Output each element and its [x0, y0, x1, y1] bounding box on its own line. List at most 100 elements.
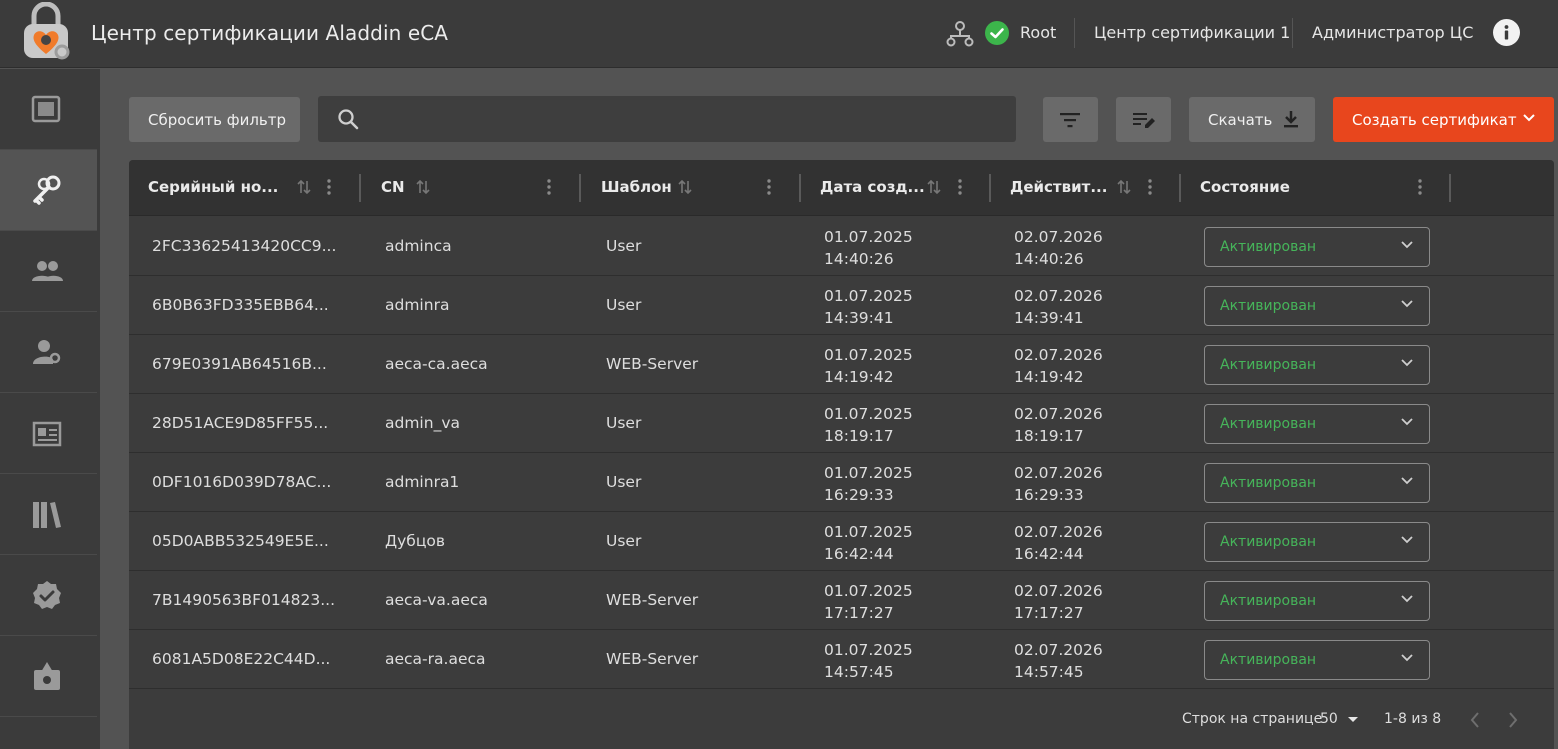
created-time: 14:40:26: [824, 250, 894, 268]
table-row[interactable]: 28D51ACE9D85FF55... admin_va User 01.07.202…: [129, 394, 1554, 453]
column-header-status[interactable]: Состояние: [1182, 160, 1454, 216]
column-divider[interactable]: [359, 174, 361, 202]
column-divider[interactable]: [989, 174, 991, 202]
serial-number-cell: 6B0B63FD335EBB64...: [152, 296, 329, 314]
valid-until-date: 02.07.2026: [1014, 228, 1103, 246]
column-menu-icon[interactable]: [546, 178, 552, 196]
column-header-template[interactable]: Шаблон: [582, 160, 802, 216]
sidebar-item-dashboard[interactable]: [0, 69, 97, 150]
info-icon[interactable]: [1493, 19, 1520, 46]
cn-cell: aeca-va.aeca: [385, 591, 488, 609]
column-divider[interactable]: [799, 174, 801, 202]
status-select[interactable]: Активирован: [1204, 522, 1430, 562]
sidebar-item-registry[interactable]: [0, 393, 97, 474]
serial-number-cell: 6081A5D08E22C44D...: [152, 650, 331, 668]
sidebar-item-settings[interactable]: [0, 636, 97, 717]
status-ok-icon: [985, 21, 1009, 45]
status-select[interactable]: Активирован: [1204, 227, 1430, 267]
table-row[interactable]: 05D0ABB532549E5E... Дубцов User 01.07.2025 1…: [129, 512, 1554, 571]
status-select[interactable]: Активирован: [1204, 463, 1430, 503]
status-select[interactable]: Активирован: [1204, 404, 1430, 444]
column-header-valid-until[interactable]: Действит...: [992, 160, 1182, 216]
valid-until-date: 02.07.2026: [1014, 582, 1103, 600]
header-divider: [1292, 18, 1293, 48]
created-date: 01.07.2025: [824, 464, 913, 482]
column-divider[interactable]: [1449, 174, 1451, 202]
app-logo-icon[interactable]: [18, 1, 74, 64]
sidebar-item-verification[interactable]: [0, 555, 97, 636]
verified-icon: [33, 581, 61, 609]
sort-icon[interactable]: [297, 179, 311, 195]
table-row[interactable]: 0DF1016D039D78AC... adminra1 User 01.07.202…: [129, 453, 1554, 512]
status-value: Активирован: [1220, 534, 1317, 550]
created-date: 01.07.2025: [824, 641, 913, 659]
valid-until-date: 02.07.2026: [1014, 346, 1103, 364]
valid-until-time: 18:19:17: [1014, 427, 1084, 445]
sidebar-item-user-keys[interactable]: [0, 312, 97, 393]
template-cell: User: [606, 296, 642, 314]
sort-icon[interactable]: [927, 179, 941, 195]
valid-until-date: 02.07.2026: [1014, 523, 1103, 541]
sidebar: [0, 69, 100, 749]
chevron-down-icon: [1401, 536, 1413, 544]
header-divider: [1074, 18, 1075, 48]
status-select[interactable]: Активирован: [1204, 640, 1430, 680]
column-header-cn[interactable]: CN: [362, 160, 582, 216]
caret-down-icon[interactable]: [1347, 716, 1359, 724]
column-menu-icon[interactable]: [1147, 178, 1153, 196]
sort-icon[interactable]: [416, 179, 430, 195]
column-menu-icon[interactable]: [957, 178, 963, 196]
filter-button[interactable]: [1043, 97, 1098, 142]
search-input[interactable]: [370, 104, 1000, 134]
column-divider[interactable]: [1179, 174, 1181, 202]
download-label: Скачать: [1208, 111, 1273, 129]
template-cell: User: [606, 237, 642, 255]
table-row[interactable]: 7B1490563BF014823... aeca-va.aeca WEB-Serv…: [129, 571, 1554, 630]
cn-cell: adminca: [385, 237, 452, 255]
table-row[interactable]: 6B0B63FD335EBB64... adminra User 01.07.2025…: [129, 276, 1554, 335]
column-menu-icon[interactable]: [1417, 178, 1423, 196]
library-icon: [33, 502, 61, 528]
create-certificate-button[interactable]: Создать сертификат: [1333, 97, 1554, 142]
chevron-left-icon[interactable]: [1468, 711, 1482, 729]
status-value: Активирован: [1220, 593, 1317, 609]
chevron-down-icon: [1523, 114, 1535, 122]
edit-columns-button[interactable]: [1116, 97, 1171, 142]
column-header-serial[interactable]: Серийный но...: [129, 160, 362, 216]
top-bar: Центр сертификации Aladdin eCA Root Цент…: [0, 0, 1558, 68]
table-row[interactable]: 2FC33625413420CC9... adminca User 01.07.202…: [129, 217, 1554, 276]
template-cell: User: [606, 414, 642, 432]
sort-icon[interactable]: [678, 179, 692, 195]
status-select[interactable]: Активирован: [1204, 345, 1430, 385]
sidebar-item-users[interactable]: [0, 231, 97, 312]
chevron-right-icon[interactable]: [1506, 711, 1520, 729]
column-menu-icon[interactable]: [766, 178, 772, 196]
column-divider[interactable]: [579, 174, 581, 202]
column-header-created[interactable]: Дата созд...: [802, 160, 992, 216]
status-select[interactable]: Активирован: [1204, 286, 1430, 326]
root-ca-label[interactable]: Root: [1020, 23, 1056, 42]
settings-icon: [34, 662, 60, 690]
ca-selector[interactable]: Центр сертификации 1: [1094, 23, 1290, 42]
user-menu[interactable]: Администратор ЦС: [1312, 23, 1473, 42]
sidebar-item-certificates[interactable]: [0, 150, 97, 231]
sort-icon[interactable]: [1117, 179, 1131, 195]
valid-until-time: 14:57:45: [1014, 663, 1084, 681]
download-button[interactable]: Скачать: [1189, 97, 1315, 142]
status-select[interactable]: Активирован: [1204, 581, 1430, 621]
network-icon[interactable]: [946, 20, 974, 48]
created-time: 14:57:45: [824, 663, 894, 681]
table-row[interactable]: 6081A5D08E22C44D... aeca-ra.aeca WEB-Serve…: [129, 630, 1554, 689]
reset-filter-button[interactable]: Сбросить фильтр: [129, 97, 300, 142]
column-menu-icon[interactable]: [326, 178, 332, 196]
template-cell: User: [606, 473, 642, 491]
certificates-table: Серийный но... CN Шаблон Дата созд... Де…: [129, 160, 1554, 749]
search-field[interactable]: [318, 96, 1016, 142]
rows-per-page-select[interactable]: 50: [1320, 711, 1338, 727]
table-row[interactable]: 679E0391AB64516B... aeca-ca.aeca WEB-Serve…: [129, 335, 1554, 394]
serial-number-cell: 7B1490563BF014823...: [152, 591, 336, 609]
created-cell: 01.07.2025 16:42:44: [824, 521, 913, 565]
sidebar-item-library[interactable]: [0, 474, 97, 555]
cn-cell: aeca-ra.aeca: [385, 650, 486, 668]
created-time: 16:42:44: [824, 545, 894, 563]
